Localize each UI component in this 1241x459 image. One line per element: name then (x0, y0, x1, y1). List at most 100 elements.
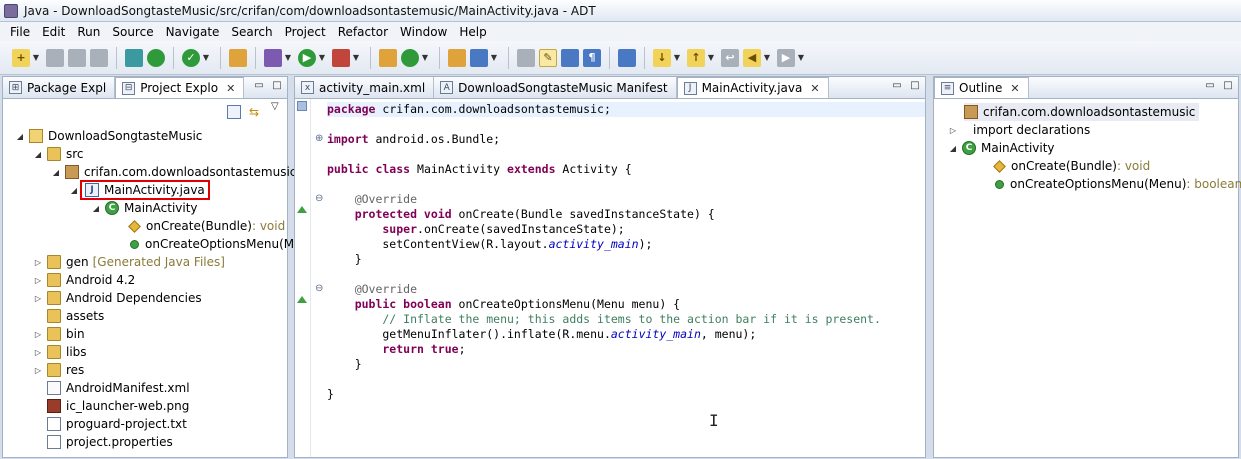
menu-navigate[interactable]: Navigate (160, 25, 226, 39)
save-all-icon[interactable] (68, 48, 86, 67)
expand-toggle-icon[interactable]: ▷ (33, 294, 43, 303)
tree-item-package[interactable]: ◢ crifan.com.downloadsontastemusic (51, 163, 296, 181)
expand-toggle-icon[interactable]: ▷ (33, 330, 43, 339)
next-annotation-icon[interactable]: ↓ (653, 48, 671, 67)
tab-activity-main-xml[interactable]: x activity_main.xml (295, 77, 435, 98)
tree-item-androidmanifest[interactable]: AndroidManifest.xml (47, 379, 190, 397)
tree-item-project-properties[interactable]: project.properties (47, 433, 173, 451)
search-dropdown-icon[interactable]: ▼ (490, 49, 498, 67)
tree-item-android-dependencies[interactable]: ▷ Android Dependencies (33, 289, 202, 307)
collapse-all-icon[interactable] (227, 105, 241, 119)
tree-item-proguard[interactable]: proguard-project.txt (47, 415, 187, 433)
mark-occurrences-icon[interactable]: ✎ (539, 48, 557, 67)
run-dropdown-icon[interactable]: ▼ (318, 49, 326, 67)
debug-dropdown-icon[interactable]: ▼ (284, 49, 292, 67)
external-tools-icon[interactable] (332, 48, 350, 67)
tree-item-assets[interactable]: assets (47, 307, 104, 325)
expand-toggle-icon[interactable]: ▷ (33, 258, 43, 267)
menu-edit[interactable]: Edit (36, 25, 71, 39)
toggle-breadcrumb-icon[interactable] (517, 48, 535, 67)
outline-item-imports[interactable]: ▷ import declarations (948, 121, 1090, 139)
collapse-toggle-icon[interactable]: ◢ (15, 132, 25, 141)
tree-item-project[interactable]: ◢ DownloadSongtasteMusic (15, 127, 202, 145)
expand-toggle-icon[interactable]: ▷ (33, 366, 43, 375)
previous-annotation-dropdown-icon[interactable]: ▼ (707, 49, 715, 67)
code-editor[interactable]: ⊕ ⊖ ⊖ package crifan.com.downloadsontast… (295, 99, 925, 457)
menu-search[interactable]: Search (225, 25, 278, 39)
open-type-icon[interactable] (448, 48, 466, 67)
collapse-toggle-icon[interactable]: ◢ (948, 144, 958, 153)
menu-file[interactable]: File (4, 25, 36, 39)
maximize-icon[interactable]: □ (909, 80, 921, 92)
new-java-package-icon[interactable] (379, 48, 397, 67)
tree-item-gen[interactable]: ▷ gen [Generated Java Files] (33, 253, 225, 271)
new-dropdown-icon[interactable]: ▼ (32, 49, 40, 67)
menu-help[interactable]: Help (453, 25, 492, 39)
previous-annotation-icon[interactable]: ↑ (687, 48, 705, 67)
tab-project-explorer[interactable]: ⊟ Project Explo ✕ (115, 77, 245, 98)
menu-refactor[interactable]: Refactor (332, 25, 394, 39)
back-dropdown-icon[interactable]: ▼ (763, 49, 771, 67)
menu-window[interactable]: Window (394, 25, 453, 39)
collapse-toggle-icon[interactable]: ◢ (51, 168, 61, 177)
android-lint-icon[interactable]: ✓ (182, 48, 200, 67)
expand-fold-icon[interactable]: ⊕ (315, 133, 323, 144)
view-menu-icon[interactable]: ▽ (271, 101, 279, 112)
forward-dropdown-icon[interactable]: ▼ (797, 49, 805, 67)
tree-item-oncreateoptionsmenu[interactable]: onCreateOptionsMenu(Me (127, 235, 302, 253)
block-selection-icon[interactable] (561, 48, 579, 67)
pin-editor-icon[interactable] (618, 48, 636, 67)
link-with-editor-icon[interactable]: ⇆ (249, 105, 263, 119)
show-whitespace-icon[interactable]: ¶ (583, 48, 601, 67)
tree-item-bin[interactable]: ▷ bin (33, 325, 85, 343)
tree-item-res[interactable]: ▷ res (33, 361, 84, 379)
expand-toggle-icon[interactable]: ▷ (33, 276, 43, 285)
menu-source[interactable]: Source (106, 25, 159, 39)
outline-item-oncreateoptionsmenu[interactable]: onCreateOptionsMenu(Menu) : boolean (992, 175, 1241, 193)
collapse-toggle-icon[interactable]: ◢ (33, 150, 43, 159)
collapse-fold-icon[interactable]: ⊖ (315, 193, 323, 204)
external-tools-dropdown-icon[interactable]: ▼ (352, 49, 360, 67)
tree-item-mainactivity-java[interactable]: ◢ J MainActivity.java (69, 180, 210, 200)
next-annotation-dropdown-icon[interactable]: ▼ (673, 49, 681, 67)
close-icon[interactable]: ✕ (810, 82, 819, 95)
minimize-icon[interactable]: ▭ (1204, 80, 1216, 92)
last-edit-location-icon[interactable]: ↩ (721, 48, 739, 67)
maximize-icon[interactable]: □ (1222, 80, 1234, 92)
tree-item-mainactivity-class[interactable]: ◢ C MainActivity (91, 199, 198, 217)
maximize-icon[interactable]: □ (271, 80, 283, 92)
close-icon[interactable]: ✕ (1010, 82, 1019, 95)
lint-dropdown-icon[interactable]: ▼ (202, 49, 210, 67)
search-icon[interactable] (470, 48, 488, 67)
tab-manifest[interactable]: A DownloadSongtasteMusic Manifest (434, 77, 677, 98)
minimize-icon[interactable]: ▭ (891, 80, 903, 92)
new-android-project-icon[interactable] (229, 48, 247, 67)
outline-item-oncreate[interactable]: onCreate(Bundle) : void (992, 157, 1150, 175)
android-avd-manager-icon[interactable] (147, 48, 165, 67)
outline-item-mainactivity[interactable]: ◢ C MainActivity (948, 139, 1055, 157)
outline-item-package[interactable]: crifan.com.downloadsontastemusic (964, 103, 1200, 121)
tree-item-src[interactable]: ◢ src (33, 145, 84, 163)
new-class-dropdown-icon[interactable]: ▼ (421, 49, 429, 67)
tab-mainactivity-java[interactable]: J MainActivity.java ✕ (676, 77, 829, 98)
android-sdk-manager-icon[interactable] (125, 48, 143, 67)
tree-item-oncreate[interactable]: onCreate(Bundle) : void (127, 217, 285, 235)
menu-run[interactable]: Run (71, 25, 106, 39)
forward-arrow-icon[interactable]: ▶ (777, 48, 795, 67)
run-icon[interactable]: ▶ (298, 48, 316, 67)
tree-item-ic-launcher[interactable]: ic_launcher-web.png (47, 397, 189, 415)
collapse-toggle-icon[interactable]: ◢ (69, 186, 79, 195)
tree-item-android-42[interactable]: ▷ Android 4.2 (33, 271, 135, 289)
new-java-class-icon[interactable] (401, 48, 419, 67)
tree-item-libs[interactable]: ▷ libs (33, 343, 87, 361)
minimize-icon[interactable]: ▭ (253, 80, 265, 92)
collapse-fold-icon[interactable]: ⊖ (315, 283, 323, 294)
debug-icon[interactable] (264, 48, 282, 67)
save-icon[interactable] (46, 48, 64, 67)
expand-toggle-icon[interactable]: ▷ (948, 126, 958, 135)
print-icon[interactable] (90, 48, 108, 67)
collapse-toggle-icon[interactable]: ◢ (91, 204, 101, 213)
back-arrow-icon[interactable]: ◀ (743, 48, 761, 67)
expand-toggle-icon[interactable]: ▷ (33, 348, 43, 357)
new-icon[interactable]: + (12, 48, 30, 67)
